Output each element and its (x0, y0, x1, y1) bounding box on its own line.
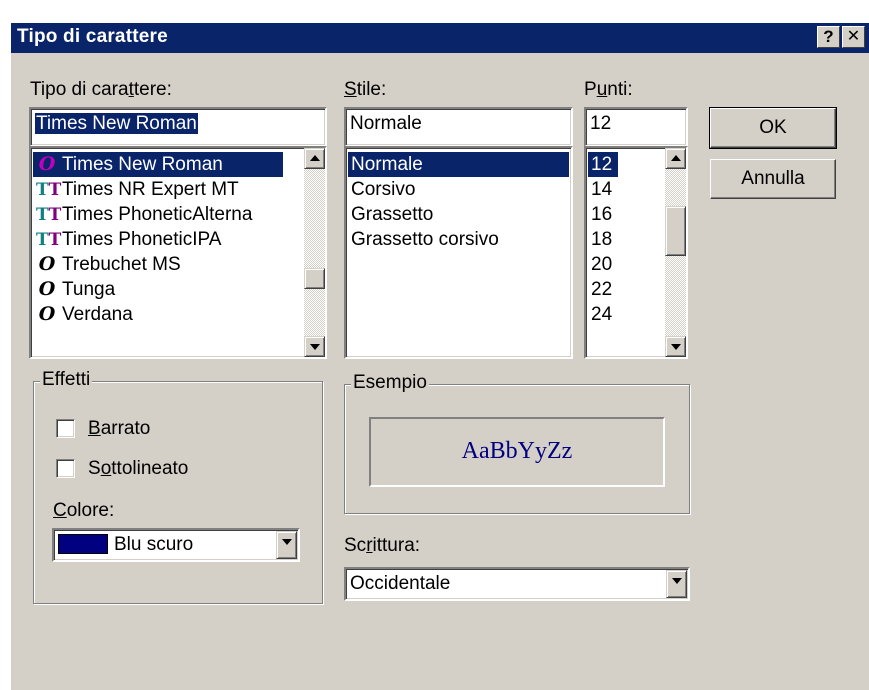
font-label-text-end: tere: (133, 79, 172, 100)
font-list-item[interactable]: O Times New Roman (33, 152, 283, 177)
sample-preview: AaBbYyZz (369, 417, 665, 487)
cancel-button-label: Annulla (741, 168, 805, 189)
style-list[interactable]: Normale Corsivo Grassetto Grassetto cors… (344, 146, 573, 359)
size-list-item[interactable]: 14 (588, 177, 612, 202)
underline-text: S (88, 458, 101, 479)
color-select[interactable]: Blu scuro (52, 528, 300, 562)
help-icon: ? (823, 27, 834, 46)
scroll-down-button[interactable] (665, 336, 686, 357)
font-dialog: Tipo di carattere ? ✕ Tipo di carattere:… (10, 22, 869, 690)
style-label-text: tile: (356, 79, 387, 100)
strikethrough-label[interactable]: Barrato (88, 418, 150, 440)
arrow-up-icon (671, 155, 681, 161)
strikethrough-accesskey: B (88, 418, 101, 439)
opentype-font-icon: O (38, 303, 56, 325)
script-select[interactable]: Occidentale (344, 567, 690, 601)
color-label-text: olore: (66, 500, 115, 521)
font-list-item[interactable]: O Tunga (33, 277, 115, 302)
sample-group: Esempio AaBbYyZz (344, 372, 690, 514)
chevron-down-icon (672, 578, 682, 584)
size-list-item[interactable]: 20 (588, 252, 612, 277)
font-name-input[interactable]: Times New Roman (29, 107, 327, 147)
effects-group-label: Effetti (40, 369, 93, 391)
size-label-text-end: nti: (607, 79, 633, 100)
size-list-scrollbar[interactable] (665, 148, 686, 357)
size-list-item[interactable]: 12 (588, 152, 618, 177)
script-dropdown-button[interactable] (666, 570, 687, 598)
strikethrough-text: arrato (100, 418, 151, 439)
size-list[interactable]: 12 14 16 18 20 22 24 (584, 146, 688, 359)
size-label: Punti: (584, 79, 633, 101)
font-list-scrollbar[interactable] (304, 148, 325, 357)
font-list-item[interactable]: TTTimes PhoneticAlterna (33, 202, 252, 227)
underline-checkbox[interactable] (56, 459, 75, 478)
script-label-text: Sc (344, 535, 367, 556)
strikethrough-checkbox[interactable] (56, 419, 75, 438)
font-list-item[interactable]: O Verdana (33, 302, 133, 327)
opentype-font-icon: O (38, 253, 56, 275)
size-list-item[interactable]: 22 (588, 277, 612, 302)
script-value: Occidentale (350, 573, 451, 594)
font-list-item[interactable]: TTTimes PhoneticIPA (33, 227, 221, 252)
font-list[interactable]: O Times New Roman TTTimes NR Expert MT TT… (29, 146, 327, 359)
arrow-down-icon (310, 344, 320, 350)
underline-label[interactable]: Sottolineato (88, 458, 188, 480)
style-list-item[interactable]: Corsivo (348, 177, 415, 202)
style-list-item[interactable]: Grassetto corsivo (348, 227, 499, 252)
ok-button-label: OK (759, 117, 787, 138)
scroll-thumb[interactable] (304, 268, 325, 289)
color-swatch (58, 534, 108, 554)
style-label: Stile: (344, 79, 386, 101)
underline-accesskey: o (100, 458, 112, 479)
truetype-font-icon: TT (36, 205, 62, 225)
arrow-up-icon (310, 155, 320, 161)
close-button[interactable]: ✕ (842, 26, 865, 48)
close-icon: ✕ (846, 28, 861, 45)
style-label-accesskey: S (344, 79, 357, 100)
scroll-down-button[interactable] (304, 336, 325, 357)
arrow-down-icon (671, 344, 681, 350)
font-list-item[interactable]: TTTimes NR Expert MT (33, 177, 239, 202)
font-name-value: Times New Roman (35, 113, 198, 134)
size-input[interactable]: 12 (584, 107, 688, 147)
font-list-item[interactable]: O Trebuchet MS (33, 252, 181, 277)
opentype-font-icon: O (38, 153, 56, 175)
script-label-text-end: ittura: (372, 535, 421, 556)
style-list-item[interactable]: Grassetto (348, 202, 433, 227)
scroll-up-button[interactable] (304, 148, 325, 169)
truetype-font-icon: TT (36, 180, 62, 200)
color-dropdown-button[interactable] (276, 531, 297, 559)
size-list-item[interactable]: 24 (588, 302, 612, 327)
scroll-thumb[interactable] (665, 206, 686, 256)
size-list-item[interactable]: 16 (588, 202, 612, 227)
size-label-accesskey: u (596, 79, 608, 100)
ok-button[interactable]: OK (709, 107, 837, 149)
size-value: 12 (590, 113, 612, 134)
script-label: Scrittura: (344, 535, 420, 557)
font-label-text: Tipo di cara (30, 79, 129, 100)
style-list-item[interactable]: Normale (348, 152, 569, 177)
style-value: Normale (350, 113, 422, 134)
underline-text-end: ttolineato (111, 458, 189, 479)
title-bar[interactable]: Tipo di carattere ? ✕ (11, 23, 869, 53)
chevron-down-icon (282, 539, 292, 545)
size-label-text: P (584, 79, 597, 100)
color-value: Blu scuro (114, 534, 194, 555)
effects-group: Effetti Barrato Sottolineato Colore: Blu… (33, 369, 323, 604)
truetype-font-icon: TT (36, 230, 62, 250)
help-button[interactable]: ? (817, 26, 840, 48)
style-input[interactable]: Normale (344, 107, 573, 147)
scroll-up-button[interactable] (665, 148, 686, 169)
size-list-item[interactable]: 18 (588, 227, 612, 252)
sample-group-label: Esempio (351, 372, 429, 394)
font-label: Tipo di carattere: (30, 79, 172, 101)
color-accesskey: C (53, 500, 67, 521)
color-label: Colore: (53, 500, 114, 522)
cancel-button[interactable]: Annulla (710, 159, 836, 199)
dialog-title: Tipo di carattere (17, 26, 168, 47)
opentype-font-icon: O (38, 278, 56, 300)
